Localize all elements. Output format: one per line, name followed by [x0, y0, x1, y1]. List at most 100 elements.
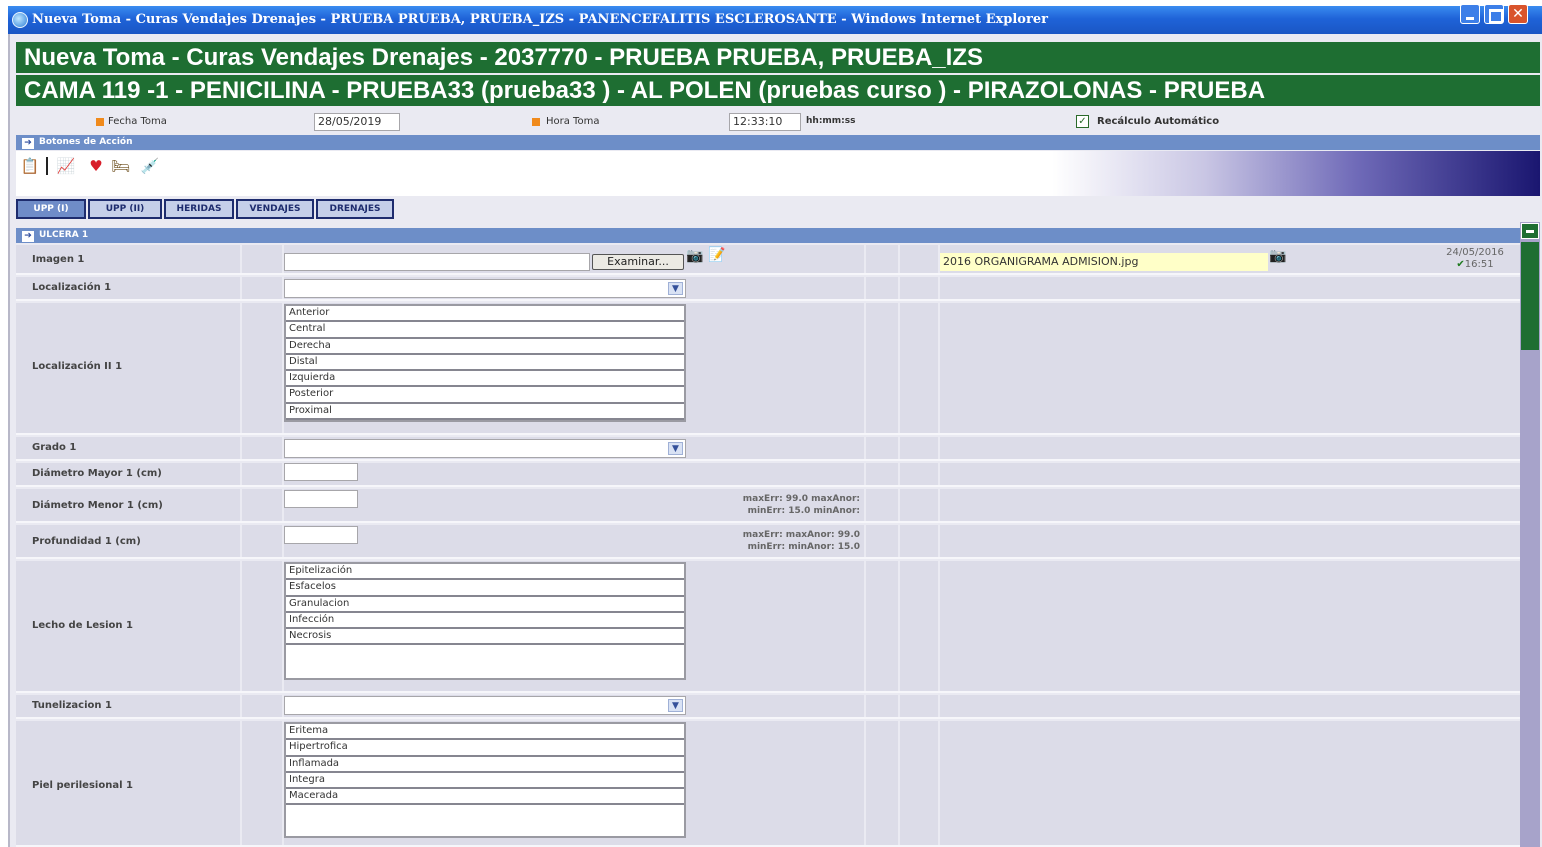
form-row-grado: Grado 1 ▼ — [16, 437, 1520, 461]
list-option[interactable]: Derecha — [286, 339, 684, 355]
patient-info-banner: CAMA 119 -1 - PENICILINA - PRUEBA33 (pru… — [16, 75, 1540, 106]
minimize-button[interactable] — [1460, 4, 1480, 24]
list-option[interactable]: Distal — [286, 355, 684, 372]
list-option[interactable]: Inflamada — [286, 757, 684, 773]
required-marker-icon — [532, 118, 540, 126]
maximize-button[interactable] — [1484, 4, 1504, 24]
actions-section-header[interactable]: ➔ Botones de Acción — [16, 135, 1540, 150]
list-option[interactable]: Posterior — [286, 387, 684, 404]
form-row-profundidad: Profundidad 1 (cm) maxErr: maxAnor: 99.0… — [16, 525, 1520, 559]
chart-icon[interactable]: 📈 — [56, 157, 76, 175]
imagen-path-input[interactable] — [284, 253, 590, 271]
diametro-menor-label: Diámetro Menor 1 (cm) — [32, 500, 163, 511]
internet-explorer-icon — [12, 12, 28, 28]
ulcera-section-header[interactable]: ➔ ULCERA 1 — [16, 228, 1520, 243]
camera-icon[interactable]: 📷 — [686, 248, 703, 264]
fecha-toma-label: Fecha Toma — [108, 116, 167, 127]
chevron-down-icon: ▼ — [668, 282, 683, 295]
close-button[interactable]: ✕ — [1508, 4, 1528, 24]
list-option[interactable]: Necrosis — [286, 629, 684, 646]
window-titlebar: Nueva Toma - Curas Vendajes Drenajes - P… — [8, 6, 1542, 34]
notes-icon[interactable]: 📋 — [20, 157, 40, 175]
page-title: Nueva Toma - Curas Vendajes Drenajes - 2… — [16, 42, 1540, 73]
list-option[interactable]: Granulacion — [286, 597, 684, 613]
ulcera-section-title: ULCERA 1 — [39, 230, 89, 240]
imagen-time: 16:51 — [1464, 259, 1494, 270]
form-row-lecho: Lecho de Lesion 1 Epitelización Esfacelo… — [16, 561, 1520, 693]
profundidad-label: Profundidad 1 (cm) — [32, 536, 141, 547]
localizacion-ii-label: Localización II 1 — [32, 361, 123, 372]
required-marker-icon — [96, 118, 104, 126]
recalculo-label: Recálculo Automático — [1097, 116, 1220, 127]
list-option[interactable]: Integra — [286, 773, 684, 790]
lecho-listbox[interactable]: Epitelización Esfacelos Granulacion Infe… — [284, 562, 686, 680]
list-option[interactable]: Central — [286, 322, 684, 339]
piel-label: Piel perilesional 1 — [32, 780, 133, 791]
form-row-diametro-menor: Diámetro Menor 1 (cm) maxErr: 99.0 maxAn… — [16, 489, 1520, 523]
form-row-tunelizacion: Tunelizacion 1 ▼ — [16, 695, 1520, 719]
list-option[interactable]: Proximal — [286, 404, 684, 421]
form-row-localizacion: Localización 1 ▼ — [16, 277, 1520, 301]
form-row-diametro-mayor: Diámetro Mayor 1 (cm) — [16, 463, 1520, 487]
actions-section-title: Botones de Acción — [39, 137, 133, 147]
form-row-localizacion-ii: Localización II 1 Anterior Central Derec… — [16, 303, 1520, 435]
tab-vendajes[interactable]: VENDAJES — [236, 199, 314, 219]
imagen-date: 24/05/2016 — [1446, 247, 1504, 258]
imagen-timestamp: 24/05/2016 ✔16:51 — [1440, 247, 1510, 271]
hora-toma-input[interactable]: 12:33:10 — [729, 113, 801, 131]
tab-upp-ii[interactable]: UPP (II) — [88, 199, 162, 219]
list-option[interactable]: Epitelización — [286, 564, 684, 581]
list-option[interactable]: Eritema — [286, 724, 684, 741]
hora-toma-label: Hora Toma — [546, 116, 600, 127]
toma-row: Fecha Toma 28/05/2019 Hora Toma 12:33:10… — [16, 112, 1540, 134]
list-option[interactable]: Infección — [286, 613, 684, 630]
localizacion-select[interactable]: ▼ — [284, 279, 686, 298]
diametro-menor-limits: maxErr: 99.0 maxAnor: minErr: 15.0 minAn… — [742, 494, 860, 516]
diametro-mayor-label: Diámetro Mayor 1 (cm) — [32, 468, 162, 479]
imagen-file-name[interactable]: 2016 ORGANIGRAMA ADMISION.jpg — [940, 253, 1268, 271]
hora-format-hint: hh:mm:ss — [806, 116, 856, 126]
form-row-imagen: Imagen 1 Examinar... 📷 📝 2016 ORGANIGRAM… — [16, 245, 1520, 275]
browse-button[interactable]: Examinar... — [592, 254, 684, 270]
expand-arrow-icon: ➔ — [22, 138, 34, 149]
edit-note-icon[interactable]: 📝 — [708, 247, 725, 263]
camera-icon[interactable]: 📷 — [1269, 248, 1286, 264]
list-option[interactable]: Esfacelos — [286, 580, 684, 597]
scroll-thumb[interactable] — [1521, 242, 1539, 350]
localizacion-ii-listbox[interactable]: Anterior Central Derecha Distal Izquierd… — [284, 304, 686, 422]
profundidad-input[interactable] — [284, 526, 358, 544]
list-option[interactable]: Macerada — [286, 789, 684, 806]
tunelizacion-label: Tunelizacion 1 — [32, 700, 112, 711]
piel-listbox[interactable]: Eritema Hipertrofica Inflamada Integra M… — [284, 722, 686, 838]
ulcera-form: Imagen 1 Examinar... 📷 📝 2016 ORGANIGRAM… — [16, 245, 1520, 847]
list-option[interactable]: Izquierda — [286, 371, 684, 388]
grado-select[interactable]: ▼ — [284, 439, 686, 458]
recalculo-checkbox[interactable]: ✓ — [1076, 115, 1089, 128]
tunelizacion-select[interactable]: ▼ — [284, 696, 686, 715]
profundidad-limits: maxErr: maxAnor: 99.0 minErr: minAnor: 1… — [742, 530, 860, 552]
tab-heridas[interactable]: HERIDAS — [164, 199, 234, 219]
fecha-toma-input[interactable]: 28/05/2019 — [314, 113, 400, 131]
tab-upp-i[interactable]: UPP (I) — [16, 199, 86, 219]
diametro-menor-input[interactable] — [284, 490, 358, 508]
imagen-label: Imagen 1 — [32, 254, 85, 265]
tab-drenajes[interactable]: DRENAJES — [316, 199, 394, 219]
chevron-down-icon: ▼ — [668, 699, 683, 712]
grado-label: Grado 1 — [32, 442, 77, 453]
check-icon: ✔ — [1456, 259, 1465, 270]
action-toolbar: 📋 📈 ♥ 🛏 💉 — [16, 151, 1540, 196]
scroll-up-button[interactable] — [1521, 223, 1539, 239]
bed-icon[interactable]: 🛏 — [111, 157, 131, 175]
list-option[interactable]: Anterior — [286, 306, 684, 323]
expand-arrow-icon: ➔ — [22, 231, 34, 242]
list-option[interactable]: Hipertrofica — [286, 740, 684, 757]
vertical-scrollbar[interactable] — [1520, 222, 1540, 847]
chevron-down-icon: ▼ — [668, 442, 683, 455]
diametro-mayor-input[interactable] — [284, 463, 358, 481]
localizacion-label: Localización 1 — [32, 282, 112, 293]
syringe-icon[interactable]: 💉 — [140, 157, 160, 175]
window-title: Nueva Toma - Curas Vendajes Drenajes - P… — [32, 12, 1048, 27]
heart-icon[interactable]: ♥ — [86, 157, 106, 175]
toolbar-divider — [46, 157, 48, 175]
form-row-piel: Piel perilesional 1 Eritema Hipertrofica… — [16, 721, 1520, 847]
